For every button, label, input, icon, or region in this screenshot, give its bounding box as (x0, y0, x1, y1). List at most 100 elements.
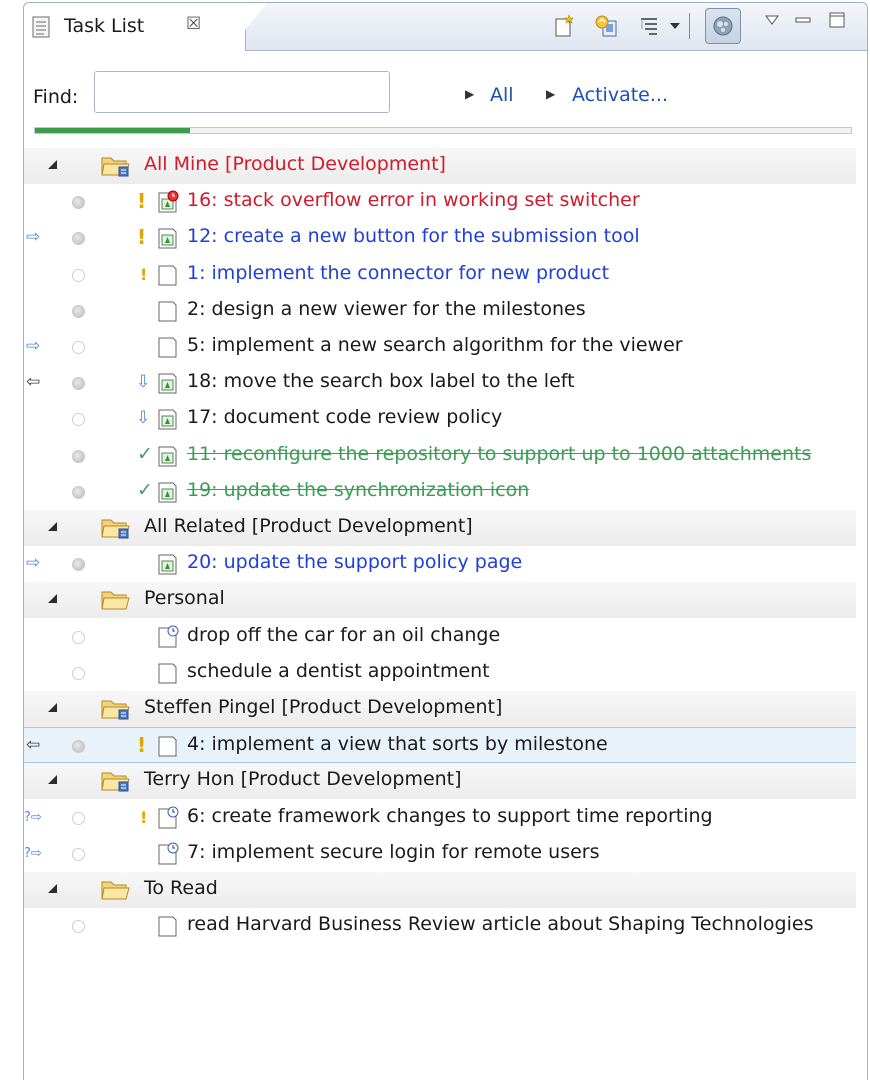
repository-task-icon (157, 407, 179, 436)
activate-link[interactable]: Activate... (572, 84, 668, 106)
category-row[interactable]: Terry Hon [Product Development] (24, 763, 856, 799)
vertical-scrollbar[interactable] (857, 148, 867, 1078)
task-list-icon (32, 16, 50, 38)
task-row[interactable]: ?⇨ 7: implement secure login for remote u… (24, 836, 856, 872)
priority-high-icon: ! (137, 189, 147, 213)
activation-dot-icon[interactable] (72, 450, 85, 463)
priority-high-icon: ! (137, 225, 147, 249)
category-row[interactable]: To Read (24, 872, 856, 908)
task-label: 2: design a new viewer for the milestone… (187, 298, 586, 320)
category-row[interactable]: All Mine [Product Development] (24, 148, 856, 184)
task-row[interactable]: 2: design a new viewer for the milestone… (24, 293, 856, 329)
activation-dot-icon[interactable] (72, 740, 85, 753)
activate-expand-icon: ▶ (546, 87, 556, 101)
activation-dot-icon[interactable] (72, 305, 85, 318)
task-icon (157, 734, 179, 763)
task-label: read Harvard Business Review article abo… (187, 913, 814, 935)
task-row[interactable]: ! 1: implement the connector for new prod… (24, 257, 856, 293)
task-progress-fill (35, 128, 191, 133)
collapse-twisty-icon[interactable] (48, 775, 57, 784)
new-task-icon[interactable] (552, 13, 578, 39)
task-row[interactable]: ⇩ 17: document code review policy (24, 401, 856, 437)
outgoing-arrow-icon: ⇨ (26, 553, 41, 573)
task-list-view: Task List ☒ Find: ▶ All ▶ Activate... Al… (23, 2, 868, 1080)
task-row[interactable]: ⇦! 4: implement a view that sorts by mile… (24, 727, 856, 763)
find-input[interactable] (94, 71, 390, 113)
activation-dot-icon[interactable] (72, 232, 85, 245)
dropdown-icon[interactable] (662, 13, 688, 39)
incoming-arrow-icon: ⇦ (26, 372, 41, 392)
category-label: All Mine [Product Development] (144, 153, 446, 175)
close-icon[interactable]: ☒ (186, 14, 201, 34)
category-row[interactable]: Steffen Pingel [Product Development] (24, 691, 856, 727)
maximize-icon[interactable] (824, 7, 850, 33)
repository-task-icon (157, 371, 179, 400)
activation-dot-icon[interactable] (72, 413, 85, 426)
activation-dot-icon[interactable] (72, 848, 85, 861)
incoming-new-icon: ?⇨ (24, 810, 42, 825)
folder-icon (101, 878, 131, 907)
incoming-new-task-icon: ⇩ (136, 408, 151, 428)
task-row[interactable]: ✓ 11: reconfigure the repository to suppo… (24, 438, 856, 474)
task-row[interactable]: schedule a dentist appointment (24, 655, 856, 691)
task-label: drop off the car for an oil change (187, 624, 501, 646)
task-label: 16: stack overflow error in working set … (187, 189, 640, 211)
task-label: 1: implement the connector for new produ… (187, 262, 610, 284)
collapse-twisty-icon[interactable] (48, 522, 57, 531)
view-header: Task List ☒ (24, 3, 867, 51)
category-label: Personal (144, 587, 225, 609)
presentation-icon[interactable] (636, 13, 662, 39)
synchronize-icon[interactable] (594, 13, 620, 39)
priority-icon: ! (140, 265, 148, 284)
activation-dot-icon[interactable] (72, 341, 85, 354)
tab-task-list[interactable]: Task List ☒ (24, 3, 267, 51)
outgoing-arrow-icon: ⇨ (26, 336, 41, 356)
activation-dot-icon[interactable] (72, 196, 85, 209)
activation-dot-icon[interactable] (72, 812, 85, 825)
scheduled-task-icon (157, 842, 179, 871)
task-label: 7: implement secure login for remote use… (187, 841, 600, 863)
category-label: To Read (144, 877, 218, 899)
category-row[interactable]: Personal (24, 582, 856, 618)
task-row[interactable]: read Harvard Business Review article abo… (24, 908, 856, 944)
collapse-twisty-icon[interactable] (48, 884, 57, 893)
activation-dot-icon[interactable] (72, 920, 85, 933)
activation-dot-icon[interactable] (72, 667, 85, 680)
task-label: 12: create a new button for the submissi… (187, 225, 640, 247)
collapse-twisty-icon[interactable] (48, 703, 57, 712)
minimize-icon[interactable] (790, 7, 816, 33)
task-icon (157, 263, 179, 292)
all-link[interactable]: All (490, 84, 514, 106)
activation-dot-icon[interactable] (72, 269, 85, 282)
repository-task-icon (157, 552, 179, 581)
task-row[interactable]: ⇦ ⇩ 18: move the search box label to the l… (24, 365, 856, 401)
task-label: 11: reconfigure the repository to suppor… (187, 443, 812, 465)
category-row[interactable]: All Related [Product Development] (24, 510, 856, 546)
scheduled-task-icon (157, 806, 179, 835)
focus-on-workweek-button[interactable] (705, 8, 741, 44)
task-row[interactable]: ⇨! 12: create a new button for the submis… (24, 220, 856, 256)
scheduled-task-icon (157, 625, 179, 654)
activation-dot-icon[interactable] (72, 631, 85, 644)
repository-task-icon (157, 444, 179, 473)
task-row[interactable]: ⇨ 20: update the support policy page (24, 546, 856, 582)
all-expand-icon: ▶ (465, 87, 475, 101)
shared-query-folder-icon (101, 769, 131, 798)
task-row[interactable]: ⇨ 5: implement a new search algorithm for… (24, 329, 856, 365)
task-row[interactable]: ! 16: stack overflow error in working set… (24, 184, 856, 220)
task-label: 17: document code review policy (187, 406, 503, 428)
collapse-twisty-icon[interactable] (48, 594, 57, 603)
collapse-twisty-icon[interactable] (48, 160, 57, 169)
focus-on-workweek-icon (713, 16, 733, 36)
activation-dot-icon[interactable] (72, 377, 85, 390)
activation-dot-icon[interactable] (72, 486, 85, 499)
view-menu-icon[interactable] (759, 7, 785, 33)
task-label: schedule a dentist appointment (187, 660, 490, 682)
activation-dot-icon[interactable] (72, 558, 85, 571)
task-icon (157, 299, 179, 328)
task-row[interactable]: ✓ 19: update the synchronization icon (24, 474, 856, 510)
repository-task-icon (157, 226, 179, 255)
incoming-arrow-icon: ⇦ (26, 735, 41, 755)
task-row[interactable]: ?⇨! 6: create framework changes to suppor… (24, 800, 856, 836)
task-row[interactable]: drop off the car for an oil change (24, 619, 856, 655)
